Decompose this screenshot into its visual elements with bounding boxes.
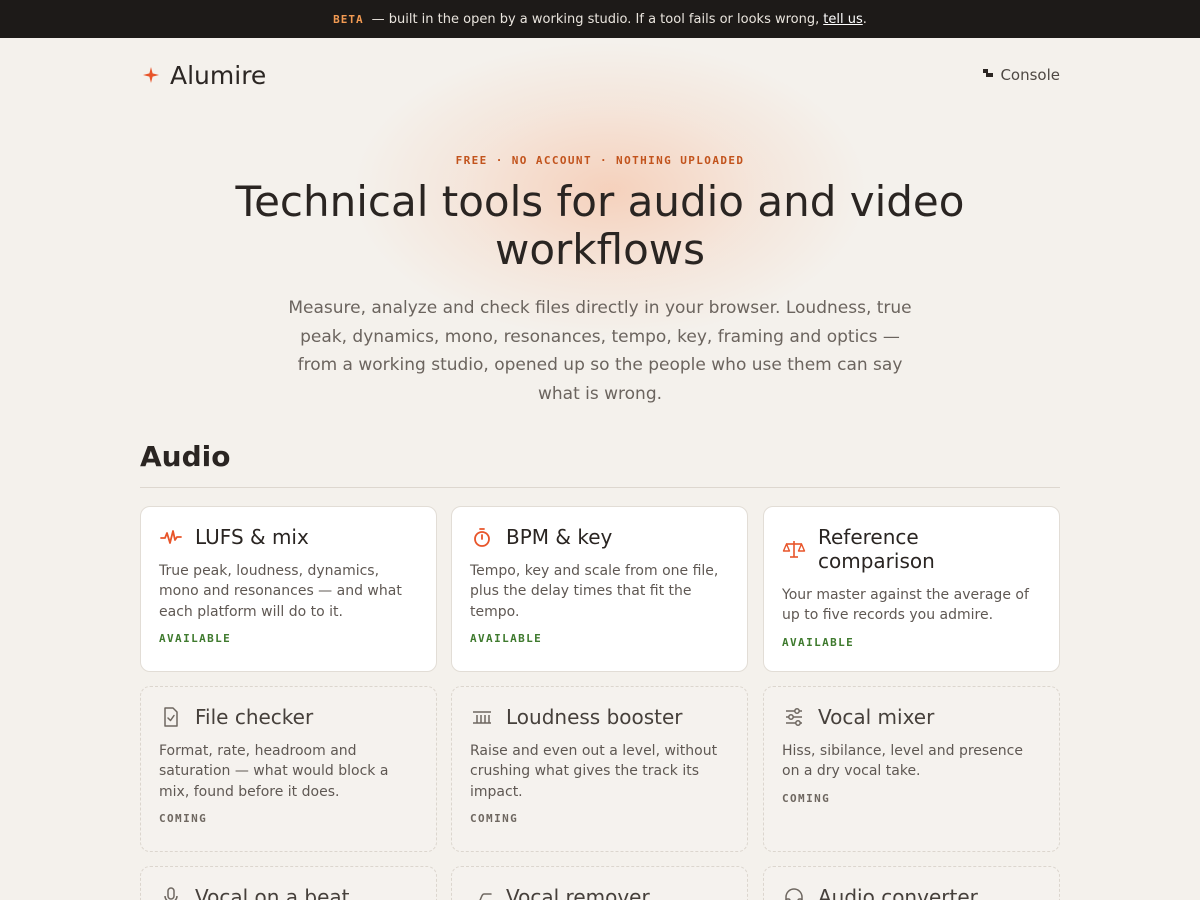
tool-title: Vocal remover bbox=[506, 885, 650, 900]
waveform-icon bbox=[159, 525, 183, 549]
tool-card-file-checker[interactable]: File checker Format, rate, headroom and … bbox=[140, 686, 437, 852]
stopwatch-icon bbox=[470, 525, 494, 549]
hero-lede: Measure, analyze and check files directl… bbox=[288, 298, 912, 404]
tool-title: File checker bbox=[195, 705, 314, 729]
tool-title: Vocal mixer bbox=[818, 705, 935, 729]
curve-icon bbox=[470, 885, 494, 900]
tool-title: BPM & key bbox=[506, 525, 613, 549]
meter-icon bbox=[470, 705, 494, 729]
tool-card-vocal-mixer[interactable]: Vocal mixer Hiss, sibilance, level and p… bbox=[763, 686, 1060, 852]
tool-description: Tempo, key and scale from one file, plus… bbox=[470, 563, 719, 620]
tool-card-bpm[interactable]: BPM & key Tempo, key and scale from one … bbox=[451, 506, 748, 672]
sliders-icon bbox=[782, 705, 806, 729]
beta-banner: BETA — built in the open by a working st… bbox=[0, 0, 1200, 38]
tool-title: Reference comparison bbox=[818, 525, 935, 573]
sparkle-icon bbox=[140, 64, 162, 86]
microphone-icon bbox=[159, 885, 183, 900]
tool-description: Your master against the average of up to… bbox=[782, 587, 1029, 624]
site-header: Alumire Console bbox=[140, 55, 1060, 95]
brand-logo[interactable]: Alumire bbox=[140, 61, 266, 90]
scales-icon bbox=[782, 537, 806, 561]
tool-card-reference[interactable]: Reference comparison Your master against… bbox=[763, 506, 1060, 672]
tool-description: Hiss, sibilance, level and presence on a… bbox=[782, 743, 1023, 780]
console-link[interactable]: Console bbox=[982, 66, 1060, 84]
tool-card-lufs[interactable]: LUFS & mix True peak, loudness, dynamics… bbox=[140, 506, 437, 672]
status-badge: AVAILABLE bbox=[782, 635, 855, 649]
section-divider bbox=[140, 487, 1060, 488]
tool-description: True peak, loudness, dynamics, mono and … bbox=[159, 563, 402, 620]
hero-eyebrow: FREE · NO ACCOUNT · NOTHING UPLOADED bbox=[455, 154, 745, 167]
tool-description: Raise and even out a level, without crus… bbox=[470, 743, 718, 800]
tool-title: Loudness booster bbox=[506, 705, 683, 729]
tool-title: Audio converter bbox=[818, 885, 978, 900]
tool-card-loudness-booster[interactable]: Loudness booster Raise and even out a le… bbox=[451, 686, 748, 852]
status-badge: COMING bbox=[159, 812, 208, 826]
file-check-icon bbox=[159, 705, 183, 729]
tool-card-audio-converter[interactable]: Audio converter bbox=[763, 866, 1060, 900]
page-title: Technical tools for audio and video work… bbox=[235, 177, 965, 274]
tool-title: LUFS & mix bbox=[195, 525, 309, 549]
status-badge: AVAILABLE bbox=[470, 632, 543, 646]
status-badge: COMING bbox=[782, 791, 831, 805]
status-badge: AVAILABLE bbox=[159, 632, 232, 646]
tool-title: Vocal on a beat bbox=[195, 885, 350, 900]
section-title-audio: Audio bbox=[140, 440, 231, 473]
headphones-icon bbox=[782, 885, 806, 900]
console-label: Console bbox=[1000, 66, 1060, 84]
status-badge: COMING bbox=[470, 812, 519, 826]
beta-badge: BETA bbox=[333, 12, 364, 26]
tool-card-vocal-on-beat[interactable]: Vocal on a beat bbox=[140, 866, 437, 900]
banner-message: — built in the open by a working studio.… bbox=[371, 11, 820, 27]
tool-card-vocal-remover[interactable]: Vocal remover bbox=[451, 866, 748, 900]
brand-name: Alumire bbox=[170, 60, 267, 90]
console-icon bbox=[982, 66, 994, 84]
tool-description: Format, rate, headroom and saturation — … bbox=[159, 743, 389, 800]
tell-us-link[interactable]: tell us bbox=[823, 12, 862, 27]
banner-period: . bbox=[862, 11, 867, 27]
